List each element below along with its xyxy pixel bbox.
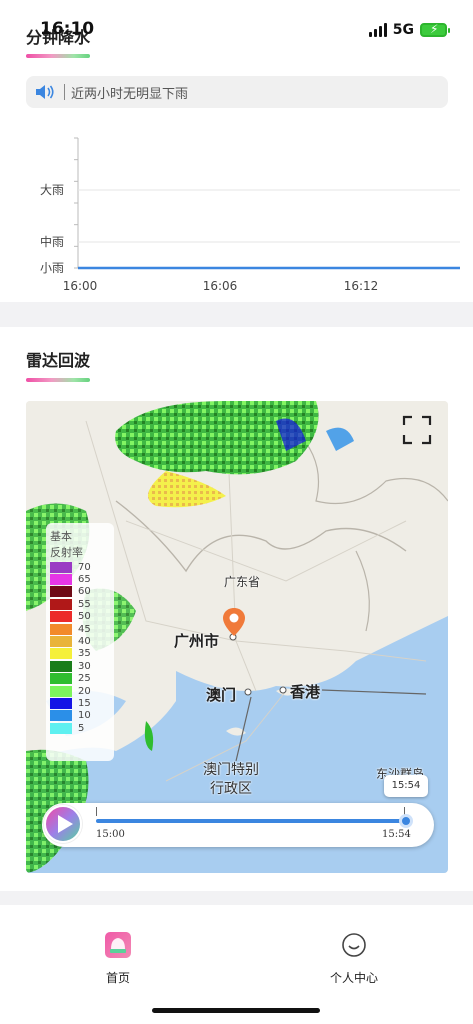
status-indicators: 5G ⚡ bbox=[368, 22, 450, 38]
notice-divider bbox=[64, 84, 65, 100]
legend-value: 65 bbox=[78, 574, 91, 586]
tab-home[interactable]: 首页 bbox=[68, 931, 168, 986]
legend-swatch bbox=[50, 673, 72, 685]
tab-profile[interactable]: 个人中心 bbox=[304, 931, 404, 986]
legend-swatch bbox=[50, 623, 72, 635]
rain-notice: 近两小时无明显下雨 bbox=[26, 76, 448, 108]
timeline-current-bubble: 15:54 bbox=[384, 775, 428, 797]
label-guangdong: 广东省 bbox=[224, 575, 261, 589]
legend-value: 45 bbox=[78, 623, 91, 635]
home-icon bbox=[105, 932, 131, 958]
legend-title-line2: 反射率 bbox=[50, 546, 83, 559]
tab-profile-label: 个人中心 bbox=[329, 971, 378, 985]
legend-row: 5 bbox=[50, 722, 114, 734]
legend-value: 35 bbox=[78, 648, 91, 660]
timeline-thumb[interactable] bbox=[399, 814, 413, 828]
network-type: 5G bbox=[392, 22, 414, 38]
legend-row: 60 bbox=[50, 586, 114, 598]
legend-value: 30 bbox=[78, 660, 91, 672]
location-pin-icon bbox=[223, 608, 245, 636]
legend-swatch bbox=[50, 574, 72, 586]
y-tick-label: 小雨 bbox=[40, 261, 64, 275]
legend-swatch bbox=[50, 611, 72, 623]
radar-title: 雷达回波 bbox=[26, 351, 91, 370]
legend-title-line1: 基本 bbox=[50, 530, 72, 543]
radar-card: 雷达回波 基本 反射率 70 65 60 55 50 45 40 35 30 2… bbox=[0, 327, 473, 891]
legend-swatch bbox=[50, 636, 72, 648]
legend-row: 40 bbox=[50, 635, 114, 648]
legend-row: 55 bbox=[50, 598, 114, 610]
timeline-track[interactable] bbox=[96, 819, 406, 823]
timeline-end-label: 15:54 bbox=[382, 829, 411, 840]
status-bar: 16:10 5G ⚡ bbox=[0, 0, 473, 62]
legend-value: 60 bbox=[78, 586, 91, 598]
label-macau-sar-1: 澳门特别 bbox=[203, 762, 259, 778]
legend-row: 20 bbox=[50, 685, 114, 697]
play-icon bbox=[57, 815, 73, 833]
legend-row: 10 bbox=[50, 710, 114, 722]
legend-row: 25 bbox=[50, 673, 114, 685]
rain-chart: 小雨 中雨 大雨 16:00 16:06 16:12 bbox=[40, 137, 460, 293]
legend-swatch bbox=[50, 586, 72, 598]
legend-swatch bbox=[50, 561, 72, 573]
legend-value: 50 bbox=[78, 611, 91, 623]
smiley-icon bbox=[342, 933, 366, 957]
x-tick-label: 16:00 bbox=[63, 279, 98, 293]
legend-row: 50 bbox=[50, 611, 114, 623]
legend-swatch bbox=[50, 722, 72, 734]
tab-home-label: 首页 bbox=[105, 971, 130, 985]
legend-swatch bbox=[50, 685, 72, 697]
tab-bar: 首页 个人中心 bbox=[0, 905, 473, 1024]
x-tick-label: 16:12 bbox=[344, 279, 379, 293]
rain-notice-text: 近两小时无明显下雨 bbox=[71, 86, 189, 102]
legend-value: 25 bbox=[78, 673, 91, 685]
legend-value: 55 bbox=[78, 598, 91, 610]
legend-value: 20 bbox=[78, 685, 91, 697]
legend-row: 30 bbox=[50, 660, 114, 672]
legend-swatch bbox=[50, 598, 72, 610]
legend-row: 15 bbox=[50, 697, 114, 709]
legend-row: 65 bbox=[50, 573, 114, 586]
legend-value: 10 bbox=[78, 710, 91, 722]
fullscreen-icon[interactable] bbox=[402, 415, 432, 445]
legend-row: 45 bbox=[50, 623, 114, 635]
legend-swatch bbox=[50, 660, 72, 672]
reflectivity-legend: 基本 反射率 70 65 60 55 50 45 40 35 30 25 20 15 10 5 bbox=[46, 523, 114, 761]
legend-value: 40 bbox=[78, 636, 91, 648]
x-tick-label: 16:06 bbox=[203, 279, 238, 293]
title-underline bbox=[26, 378, 90, 382]
battery-charging-icon: ⚡ bbox=[420, 22, 450, 37]
label-macau: 澳门 bbox=[206, 686, 237, 704]
signal-icon bbox=[368, 23, 387, 37]
label-hongkong: 香港 bbox=[290, 683, 321, 701]
legend-row: 70 bbox=[50, 561, 114, 573]
y-tick-label: 大雨 bbox=[40, 183, 64, 197]
radar-timeline: 15:00 15:54 15:54 bbox=[42, 775, 434, 847]
legend-swatch bbox=[50, 710, 72, 722]
legend-value: 70 bbox=[78, 561, 91, 573]
timeline-start-tick bbox=[96, 807, 97, 816]
timeline-start-label: 15:00 bbox=[96, 829, 125, 840]
status-time: 16:10 bbox=[40, 19, 95, 39]
legend-row: 35 bbox=[50, 648, 114, 660]
legend-value: 15 bbox=[78, 697, 91, 709]
label-macau-sar-2: 行政区 bbox=[210, 781, 252, 797]
legend-swatch bbox=[50, 648, 72, 660]
legend-value: 5 bbox=[78, 722, 85, 734]
label-guangzhou: 广州市 bbox=[174, 632, 220, 650]
play-button[interactable] bbox=[44, 805, 82, 843]
legend-swatch bbox=[50, 697, 72, 709]
speaker-icon bbox=[36, 85, 54, 99]
radar-map[interactable]: 基本 反射率 70 65 60 55 50 45 40 35 30 25 20 15 10 5 广东省 广… bbox=[26, 401, 448, 873]
y-tick-label: 中雨 bbox=[40, 234, 64, 249]
home-indicator bbox=[152, 1008, 320, 1013]
